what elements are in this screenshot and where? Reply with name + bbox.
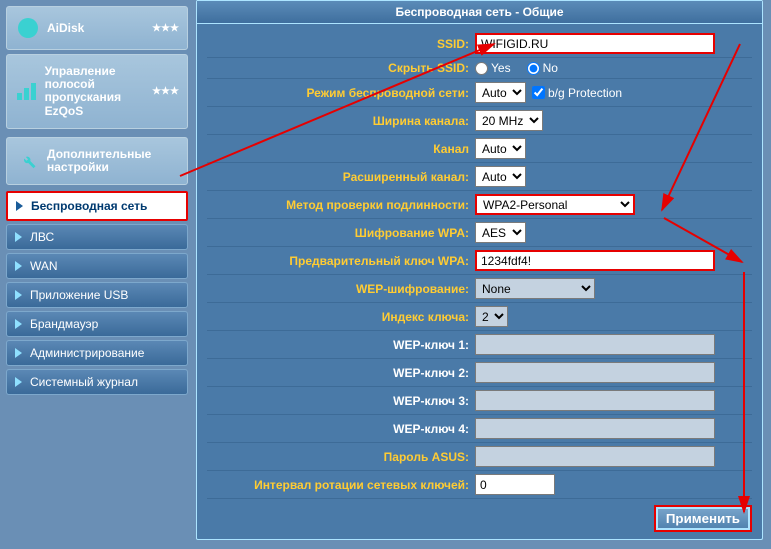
row-wep4: WEP-ключ 4:: [207, 415, 752, 443]
hide-ssid-yes[interactable]: Yes: [475, 61, 511, 75]
sidebar-item-wireless-active[interactable]: Беспроводная сеть: [6, 191, 188, 221]
row-wpa-key: Предварительный ключ WPA:: [207, 247, 752, 275]
sidebar-card-advanced[interactable]: Дополнительные настройки: [6, 137, 188, 185]
stars-icon: ★★★: [152, 86, 179, 97]
sidebar-label: Администрирование: [30, 346, 144, 360]
label-wep-enc: WEP-шифрование:: [207, 282, 475, 296]
sidebar-item-wan[interactable]: WAN: [6, 253, 188, 279]
wep-enc-select[interactable]: None: [475, 278, 595, 299]
arrow-icon: [15, 377, 22, 387]
row-ext-channel: Расширенный канал: Auto: [207, 163, 752, 191]
sidebar-item-usb[interactable]: Приложение USB: [6, 282, 188, 308]
sidebar-item-admin[interactable]: Администрирование: [6, 340, 188, 366]
label-asus-pass: Пароль ASUS:: [207, 450, 475, 464]
panel-title: Беспроводная сеть - Общие: [197, 0, 762, 24]
label-channel: Канал: [207, 142, 475, 156]
label-rotation: Интервал ротации сетевых ключей:: [207, 478, 475, 492]
sidebar-label: Брандмауэр: [30, 317, 98, 331]
arrow-icon: [15, 232, 22, 242]
ssid-input[interactable]: [475, 33, 715, 54]
label-ext-channel: Расширенный канал:: [207, 170, 475, 184]
apply-button[interactable]: Применить: [654, 505, 752, 532]
ext-channel-select[interactable]: Auto: [475, 166, 526, 187]
arrow-icon: [15, 261, 22, 271]
settings-panel: Беспроводная сеть - Общие SSID: Скрыть S…: [196, 0, 763, 540]
sidebar-label: Управление полосой пропускания EzQoS: [45, 65, 153, 118]
disk-icon: [15, 17, 41, 39]
row-mode: Режим беспроводной сети: Auto b/g Protec…: [207, 79, 752, 107]
sidebar-label: Системный журнал: [30, 375, 138, 389]
arrow-icon: [16, 201, 23, 211]
bars-icon: [15, 80, 39, 102]
label-hide-ssid: Скрыть SSID:: [207, 61, 475, 75]
sidebar-label: ЛВС: [30, 230, 54, 244]
sidebar-label: Приложение USB: [30, 288, 128, 302]
arrow-icon: [15, 290, 22, 300]
row-rotation: Интервал ротации сетевых ключей:: [207, 471, 752, 499]
sidebar-card-ezqos[interactable]: Управление полосой пропускания EzQoS ★★★: [6, 54, 188, 129]
label-wep3: WEP-ключ 3:: [207, 394, 475, 408]
row-ssid: SSID:: [207, 30, 752, 58]
key-index-select[interactable]: 2: [475, 306, 508, 327]
sidebar-label: WAN: [30, 259, 58, 273]
row-auth: Метод проверки подлинности: WPA2-Persona…: [207, 191, 752, 219]
sidebar-item-lan[interactable]: ЛВС: [6, 224, 188, 250]
channel-select[interactable]: Auto: [475, 138, 526, 159]
wep3-input[interactable]: [475, 390, 715, 411]
wrench-icon: [15, 150, 41, 172]
sidebar-card-aidisk[interactable]: AiDisk ★★★: [6, 6, 188, 50]
bg-protection-checkbox[interactable]: b/g Protection: [532, 86, 622, 100]
sidebar-item-syslog[interactable]: Системный журнал: [6, 369, 188, 395]
wep1-input[interactable]: [475, 334, 715, 355]
mode-select[interactable]: Auto: [475, 82, 526, 103]
wep2-input[interactable]: [475, 362, 715, 383]
row-channel: Канал Auto: [207, 135, 752, 163]
label-wpa-key: Предварительный ключ WPA:: [207, 254, 475, 268]
arrow-icon: [15, 319, 22, 329]
row-hide-ssid: Скрыть SSID: Yes No: [207, 58, 752, 79]
arrow-icon: [15, 348, 22, 358]
auth-select[interactable]: WPA2-Personal: [475, 194, 635, 215]
sidebar-item-firewall[interactable]: Брандмауэр: [6, 311, 188, 337]
sidebar-label: AiDisk: [47, 21, 84, 35]
wpa-key-input[interactable]: [475, 250, 715, 271]
row-wep2: WEP-ключ 2:: [207, 359, 752, 387]
label-wep2: WEP-ключ 2:: [207, 366, 475, 380]
label-key-index: Индекс ключа:: [207, 310, 475, 324]
label-auth: Метод проверки подлинности:: [207, 198, 475, 212]
width-select[interactable]: 20 MHz: [475, 110, 543, 131]
label-wpa-enc: Шифрование WPA:: [207, 226, 475, 240]
row-asus-pass: Пароль ASUS:: [207, 443, 752, 471]
label-width: Ширина канала:: [207, 114, 475, 128]
asus-pass-input[interactable]: [475, 446, 715, 467]
stars-icon: ★★★: [152, 23, 179, 34]
rotation-input[interactable]: [475, 474, 555, 495]
row-wep-enc: WEP-шифрование: None: [207, 275, 752, 303]
row-wpa-enc: Шифрование WPA: AES: [207, 219, 752, 247]
row-wep3: WEP-ключ 3:: [207, 387, 752, 415]
wep4-input[interactable]: [475, 418, 715, 439]
label-wep4: WEP-ключ 4:: [207, 422, 475, 436]
wpa-enc-select[interactable]: AES: [475, 222, 526, 243]
row-width: Ширина канала: 20 MHz: [207, 107, 752, 135]
hide-ssid-no[interactable]: No: [527, 61, 558, 75]
row-wep1: WEP-ключ 1:: [207, 331, 752, 359]
row-key-index: Индекс ключа: 2: [207, 303, 752, 331]
label-wep1: WEP-ключ 1:: [207, 338, 475, 352]
label-mode: Режим беспроводной сети:: [207, 86, 475, 100]
sidebar-label: Дополнительные настройки: [47, 148, 151, 174]
sidebar-label: Беспроводная сеть: [31, 199, 147, 213]
label-ssid: SSID:: [207, 37, 475, 51]
